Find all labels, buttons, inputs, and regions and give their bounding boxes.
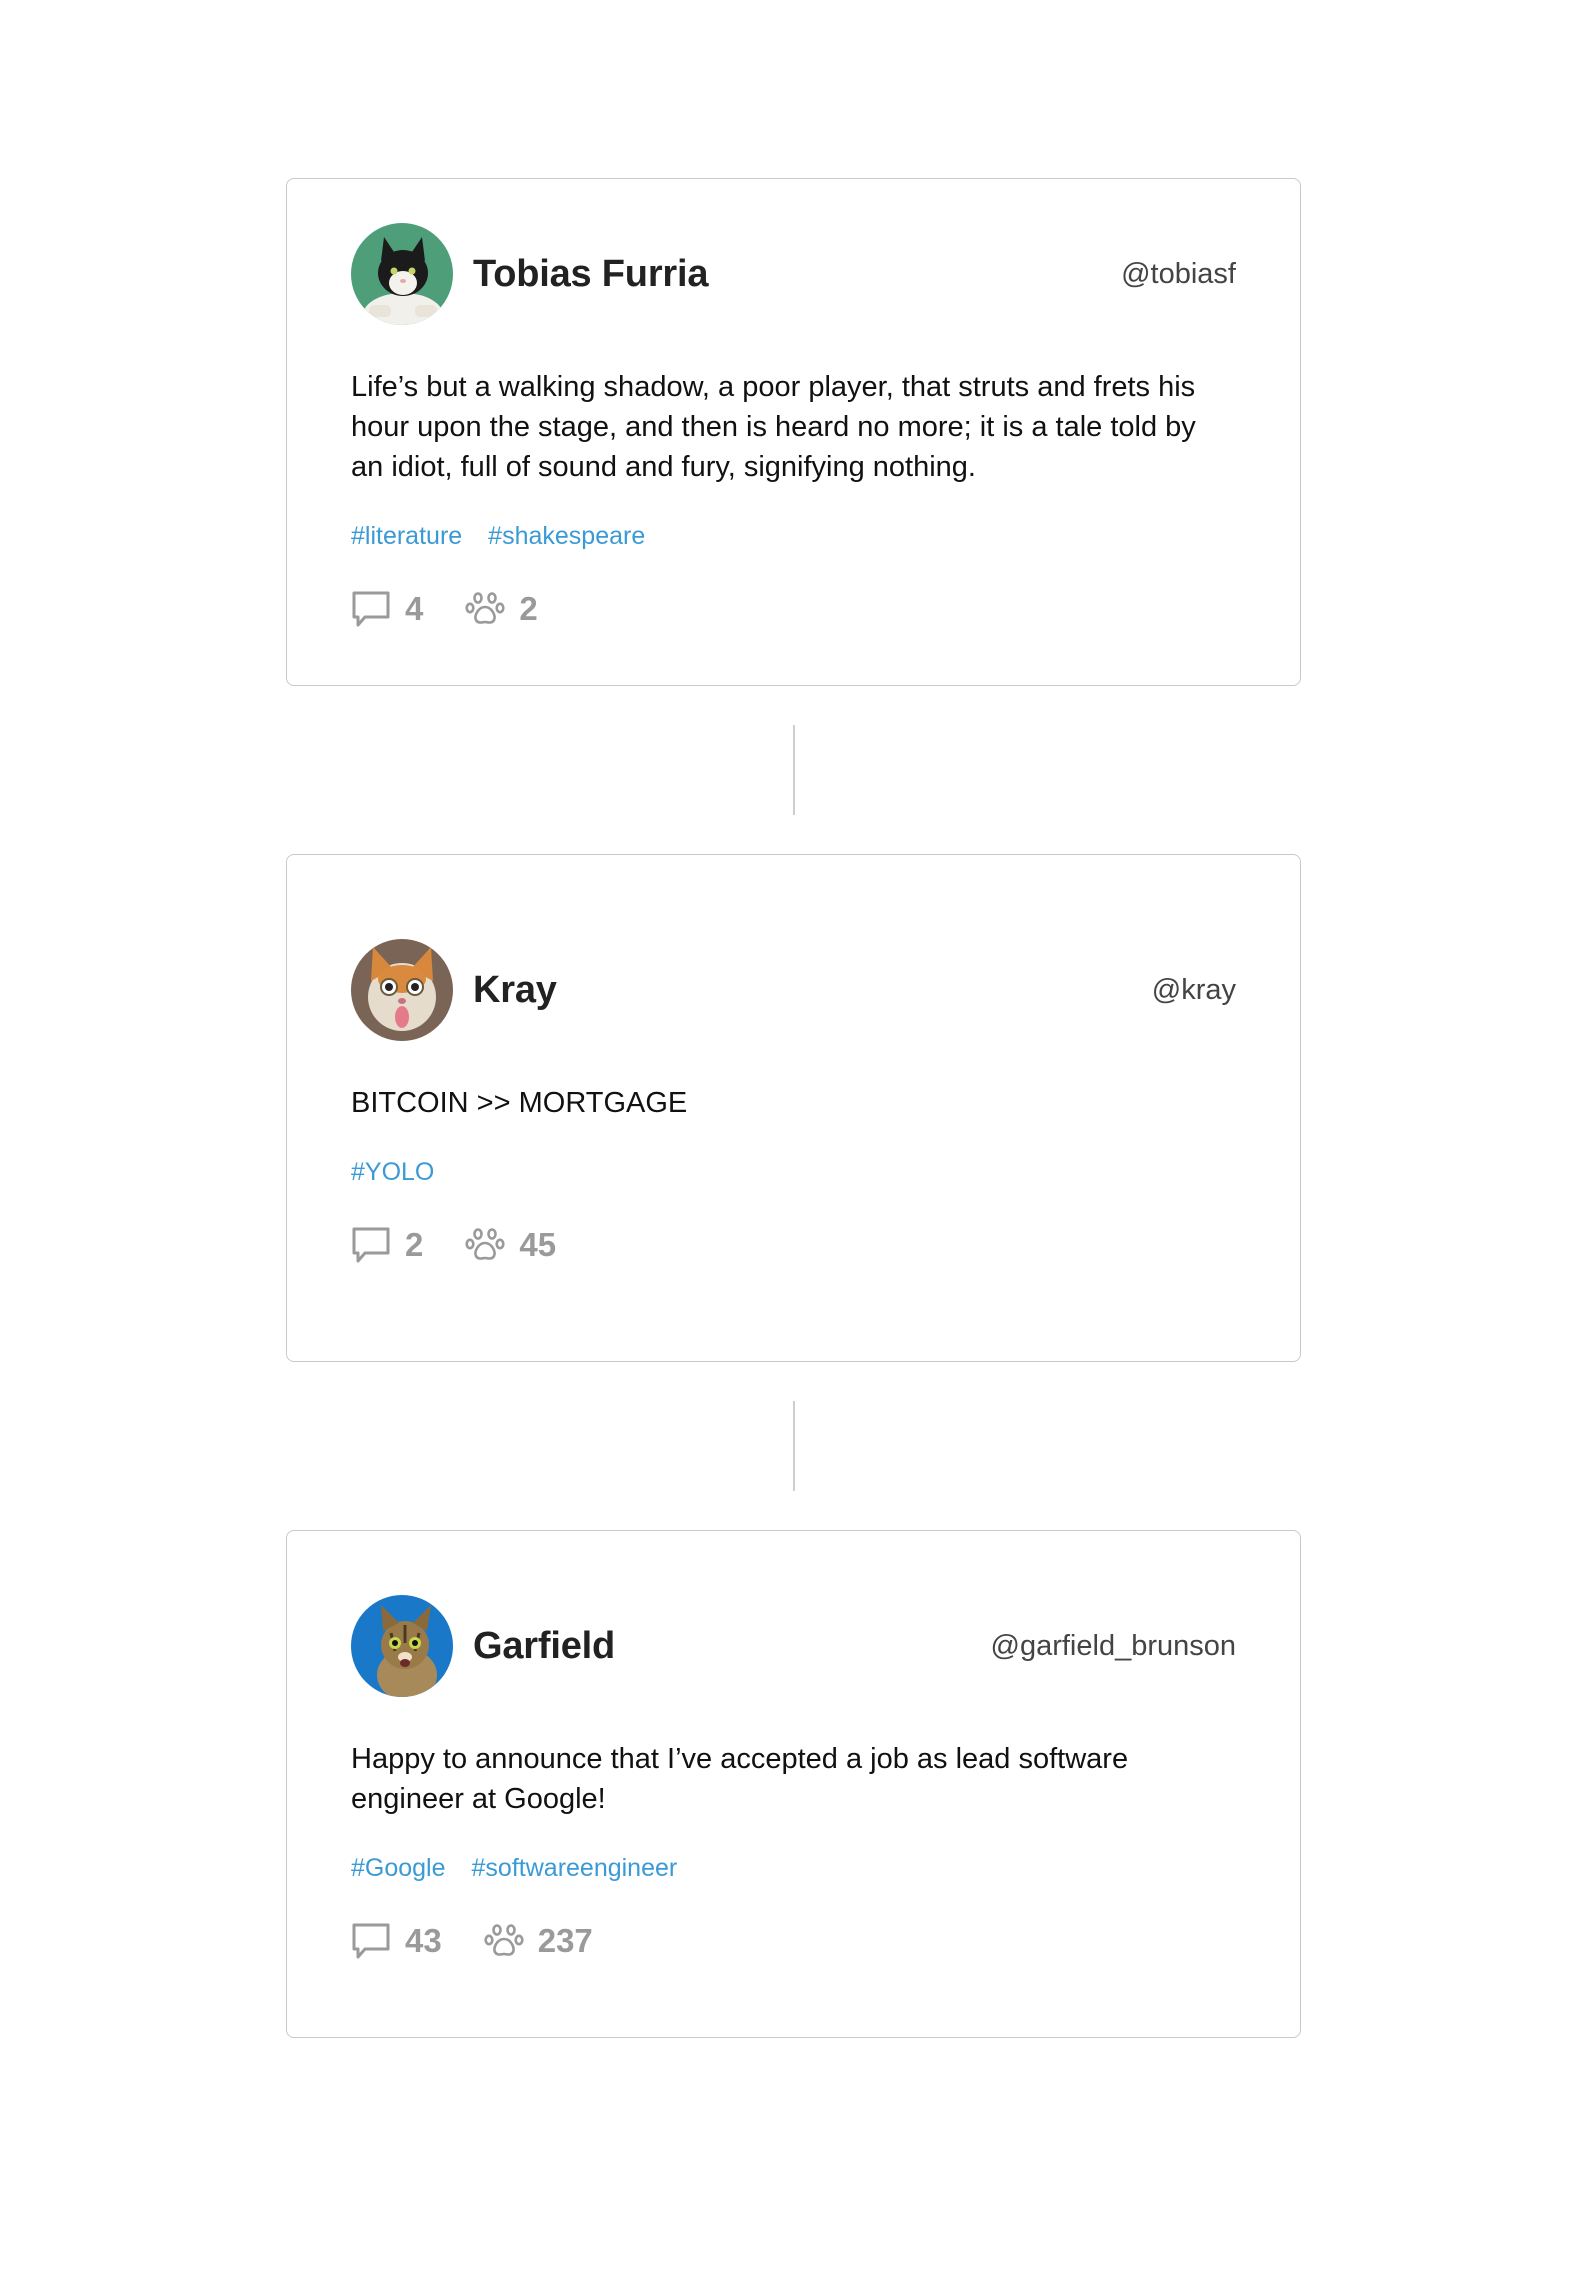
thread-connector (793, 1401, 795, 1491)
author-handle[interactable]: @garfield_brunson (991, 1630, 1236, 1663)
comment-button[interactable]: 2 (351, 1225, 423, 1265)
paw-count: 2 (519, 590, 538, 627)
thread-connector (793, 725, 795, 815)
post-author: Tobias Furria (351, 223, 708, 325)
paw-count: 237 (537, 1922, 593, 1959)
comment-count: 4 (405, 590, 424, 627)
author-name[interactable]: Garfield (473, 1625, 615, 1668)
paw-button[interactable]: 237 (484, 1921, 593, 1961)
paw-button[interactable]: 2 (465, 589, 538, 629)
tag-link[interactable]: #softwareengineer (472, 1854, 678, 1883)
post-text: BITCOIN >> MORTGAGE (351, 1087, 688, 1119)
avatar[interactable] (351, 1595, 453, 1697)
post-header: Kray @kray (351, 939, 1236, 1041)
post-tags: #YOLO (351, 1158, 1236, 1187)
comment-icon (352, 591, 390, 627)
author-handle[interactable]: @kray (1152, 974, 1236, 1007)
paw-icon (465, 592, 505, 624)
post-card[interactable]: Kray @kray BITCOIN >> MORTGAGE #YOLO 2 4… (286, 854, 1301, 1362)
tag-link[interactable]: #shakespeare (488, 522, 645, 551)
comment-button[interactable]: 4 (351, 589, 423, 629)
comment-icon (352, 1923, 390, 1959)
post-author: Kray (351, 939, 557, 1041)
tag-link[interactable]: #literature (351, 522, 462, 551)
comment-button[interactable]: 43 (351, 1921, 442, 1961)
author-handle[interactable]: @tobiasf (1121, 258, 1236, 291)
author-name[interactable]: Kray (473, 969, 557, 1012)
post-tags: #literature #shakespeare (351, 522, 1236, 551)
post-author: Garfield (351, 1595, 615, 1697)
tag-link[interactable]: #Google (351, 1854, 446, 1883)
post-header: Garfield @garfield_brunson (351, 1595, 1236, 1697)
paw-button[interactable]: 45 (465, 1225, 556, 1265)
author-name[interactable]: Tobias Furria (473, 253, 708, 296)
tag-link[interactable]: #YOLO (351, 1158, 434, 1187)
post-stats: 4 2 (351, 589, 1236, 629)
paw-icon (484, 1924, 524, 1956)
comment-count: 2 (405, 1226, 424, 1263)
comment-count: 43 (405, 1922, 442, 1959)
avatar[interactable] (351, 939, 453, 1041)
post-text: Happy to announce that I’ve accepted a j… (351, 1743, 1129, 1815)
post-card[interactable]: Garfield @garfield_brunson Happy to anno… (286, 1530, 1301, 2038)
post-text: Life’s but a walking shadow, a poor play… (351, 371, 1196, 483)
paw-count: 45 (519, 1226, 557, 1263)
paw-icon (465, 1228, 505, 1260)
post-stats: 43 237 (351, 1921, 1236, 1961)
comment-icon (352, 1227, 390, 1263)
post-card[interactable]: Tobias Furria @tobiasf Life’s but a walk… (286, 178, 1301, 686)
post-stats: 2 45 (351, 1225, 1236, 1265)
post-tags: #Google #softwareengineer (351, 1854, 1236, 1883)
post-header: Tobias Furria @tobiasf (351, 223, 1236, 325)
avatar[interactable] (351, 223, 453, 325)
post-feed: Tobias Furria @tobiasf Life’s but a walk… (286, 178, 1301, 2038)
